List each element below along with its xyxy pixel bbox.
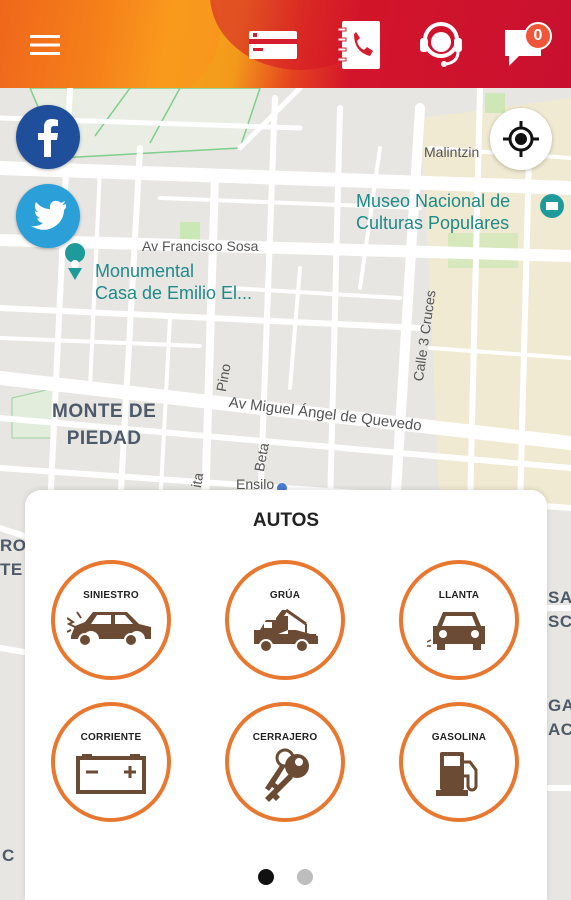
twitter-button[interactable] <box>16 184 80 248</box>
card-button[interactable] <box>246 18 300 72</box>
map-label-edge-left-bottom: C <box>2 846 15 865</box>
locate-me-button[interactable] <box>490 108 552 170</box>
panel-title: AUTOS <box>252 510 320 531</box>
twitter-icon <box>31 200 66 230</box>
car-battery-icon <box>76 754 146 794</box>
map-label-monte-de-piedad: MONTE DE PIEDAD <box>52 401 157 449</box>
page-dot-1[interactable] <box>258 869 274 885</box>
phone-book-icon <box>337 21 380 69</box>
map-label-malintzin: Malintzin <box>424 144 480 160</box>
service-gasolina-button[interactable]: GASOLINA <box>399 702 519 822</box>
credit-card-icon <box>249 31 297 59</box>
service-siniestro-button[interactable]: SINIESTRO <box>51 560 171 680</box>
headset-agent-icon <box>420 22 462 67</box>
service-label: LLANTA <box>438 590 480 601</box>
app-header: 0 <box>0 0 571 88</box>
facebook-icon <box>38 119 58 157</box>
service-label: CERRAJERO <box>252 732 318 743</box>
service-label: GASOLINA <box>431 732 487 743</box>
messages-count-badge: 0 <box>524 22 552 50</box>
service-label: CORRIENTE <box>80 732 142 743</box>
services-panel: AUTOS SINIESTRO GRÚA LLANTA CORRIENTE CE… <box>25 490 547 900</box>
map-label-francisco-sosa: Av Francisco Sosa <box>142 238 259 254</box>
map-label-museo: Museo Nacional de Culturas Populares <box>356 191 511 233</box>
menu-button[interactable] <box>18 18 72 72</box>
fuel-pump-icon <box>436 752 478 796</box>
flat-tire-car-icon <box>427 612 485 650</box>
map-label-monumental: Monumental Casa de Emilio El... <box>95 261 253 303</box>
crashed-car-icon <box>67 611 151 647</box>
map-label-ita: ita <box>188 471 207 489</box>
page-dot-2[interactable] <box>297 869 313 885</box>
crosshair-location-icon <box>503 121 539 157</box>
map-label-edge-right-bottom: GA AC <box>548 696 571 739</box>
keys-icon <box>265 748 309 802</box>
service-label: SINIESTRO <box>83 590 139 601</box>
service-cerrajero-button[interactable]: CERRAJERO <box>225 702 345 822</box>
service-grua-button[interactable]: GRÚA <box>225 560 345 680</box>
service-corriente-button[interactable]: CORRIENTE <box>51 702 171 822</box>
service-label: GRÚA <box>269 590 301 601</box>
support-button[interactable] <box>414 18 468 72</box>
facebook-button[interactable] <box>16 105 80 169</box>
map-label-edge-right-top: SA SC <box>548 588 571 631</box>
service-llanta-button[interactable]: LLANTA <box>399 560 519 680</box>
hamburger-icon <box>30 35 60 55</box>
contacts-button[interactable] <box>332 18 386 72</box>
tow-truck-icon <box>254 608 318 653</box>
